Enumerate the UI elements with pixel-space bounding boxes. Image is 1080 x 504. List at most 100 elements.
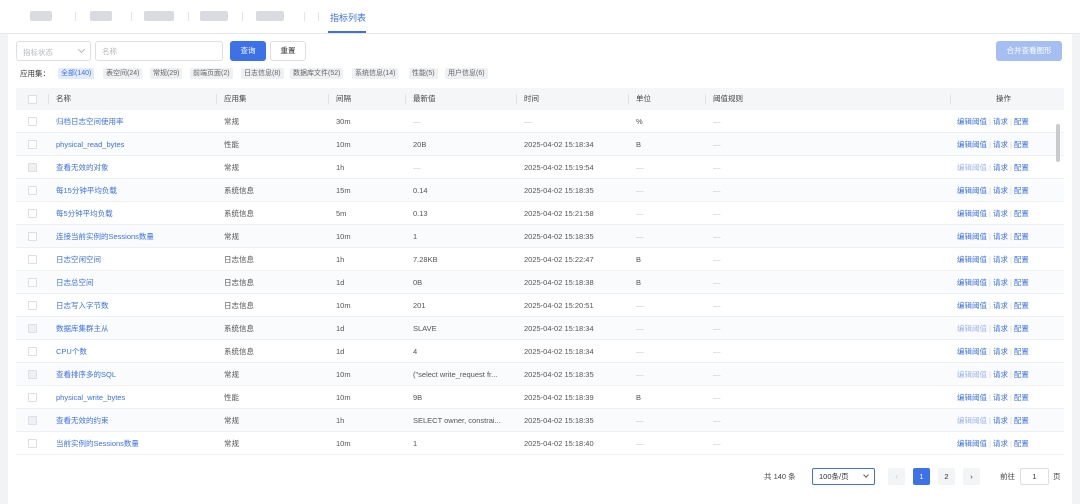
edit-threshold-link[interactable]: 编辑阈值 bbox=[957, 416, 987, 425]
chip-performance[interactable]: 性能(5) bbox=[409, 68, 438, 79]
config-link[interactable]: 配置 bbox=[1014, 347, 1029, 356]
request-link[interactable]: 请求 bbox=[993, 232, 1008, 241]
prev-page-button[interactable]: ‹ bbox=[888, 468, 905, 485]
request-link[interactable]: 请求 bbox=[993, 416, 1008, 425]
request-link[interactable]: 请求 bbox=[993, 347, 1008, 356]
request-link[interactable]: 请求 bbox=[993, 301, 1008, 310]
metric-name-link[interactable]: 查看排序多的SQL bbox=[56, 363, 211, 386]
request-link[interactable]: 请求 bbox=[993, 439, 1008, 448]
row-checkbox[interactable] bbox=[28, 209, 37, 218]
request-link[interactable]: 请求 bbox=[993, 324, 1008, 333]
query-button[interactable]: 查询 bbox=[230, 41, 266, 61]
edit-threshold-link[interactable]: 编辑阈值 bbox=[957, 301, 987, 310]
edit-threshold-link[interactable]: 编辑阈值 bbox=[957, 439, 987, 448]
row-checkbox[interactable] bbox=[28, 255, 37, 264]
edit-threshold-link[interactable]: 编辑阈值 bbox=[957, 370, 987, 379]
request-link[interactable]: 请求 bbox=[993, 186, 1008, 195]
metric-name-link[interactable]: 归档日志空间使用率 bbox=[56, 110, 211, 133]
edit-threshold-link[interactable]: 编辑阈值 bbox=[957, 186, 987, 195]
chip-all[interactable]: 全部(140) bbox=[58, 68, 95, 79]
config-link[interactable]: 配置 bbox=[1014, 416, 1029, 425]
row-checkbox[interactable] bbox=[28, 347, 37, 356]
metric-name-link[interactable]: 数据库集群主从 bbox=[56, 317, 211, 340]
request-link[interactable]: 请求 bbox=[993, 209, 1008, 218]
config-link[interactable]: 配置 bbox=[1014, 209, 1029, 218]
row-checkbox[interactable] bbox=[28, 324, 37, 333]
reset-button[interactable]: 重置 bbox=[270, 41, 306, 61]
request-link[interactable]: 请求 bbox=[993, 393, 1008, 402]
tab-blurred-5[interactable] bbox=[256, 11, 284, 21]
metric-name-link[interactable]: physical_write_bytes bbox=[56, 386, 211, 409]
chip-tablespace[interactable]: 表空间(24) bbox=[103, 68, 143, 79]
next-page-button[interactable]: › bbox=[963, 468, 980, 485]
config-link[interactable]: 配置 bbox=[1014, 301, 1029, 310]
merge-view-chart-button[interactable]: 合并查看图形 bbox=[996, 41, 1062, 61]
metric-name-link[interactable]: physical_read_bytes bbox=[56, 133, 211, 156]
metric-name-link[interactable]: 每5分钟平均负载 bbox=[56, 202, 211, 225]
metric-name-link[interactable]: 查看无效的约束 bbox=[56, 409, 211, 432]
row-checkbox[interactable] bbox=[28, 117, 37, 126]
edit-threshold-link[interactable]: 编辑阈值 bbox=[957, 393, 987, 402]
chip-user-info[interactable]: 用户信息(6) bbox=[445, 68, 488, 79]
edit-threshold-link[interactable]: 编辑阈值 bbox=[957, 347, 987, 356]
row-checkbox[interactable] bbox=[28, 140, 37, 149]
tab-blurred-3[interactable] bbox=[144, 11, 174, 21]
goto-page-input[interactable]: 1 bbox=[1020, 468, 1049, 485]
request-link[interactable]: 请求 bbox=[993, 278, 1008, 287]
config-link[interactable]: 配置 bbox=[1014, 370, 1029, 379]
select-all-checkbox[interactable] bbox=[28, 95, 37, 104]
config-link[interactable]: 配置 bbox=[1014, 324, 1029, 333]
request-link[interactable]: 请求 bbox=[993, 140, 1008, 149]
config-link[interactable]: 配置 bbox=[1014, 439, 1029, 448]
tab-blurred-1[interactable] bbox=[30, 11, 52, 21]
table-scrollbar[interactable] bbox=[1056, 124, 1060, 162]
page-2-button[interactable]: 2 bbox=[938, 468, 955, 485]
config-link[interactable]: 配置 bbox=[1014, 186, 1029, 195]
config-link[interactable]: 配置 bbox=[1014, 117, 1029, 126]
edit-threshold-link[interactable]: 编辑阈值 bbox=[957, 278, 987, 287]
edit-threshold-link[interactable]: 编辑阈值 bbox=[957, 255, 987, 264]
row-checkbox[interactable] bbox=[28, 163, 37, 172]
chip-frontend[interactable]: 前端页面(2) bbox=[190, 68, 233, 79]
row-checkbox[interactable] bbox=[28, 232, 37, 241]
metric-name-link[interactable]: 日志总空间 bbox=[56, 271, 211, 294]
name-search-input[interactable] bbox=[95, 41, 223, 61]
config-link[interactable]: 配置 bbox=[1014, 278, 1029, 287]
row-checkbox[interactable] bbox=[28, 370, 37, 379]
edit-threshold-link[interactable]: 编辑阈值 bbox=[957, 117, 987, 126]
row-checkbox[interactable] bbox=[28, 439, 37, 448]
row-checkbox[interactable] bbox=[28, 416, 37, 425]
config-link[interactable]: 配置 bbox=[1014, 255, 1029, 264]
config-link[interactable]: 配置 bbox=[1014, 163, 1029, 172]
tab-blurred-4[interactable] bbox=[200, 11, 228, 21]
metric-name-link[interactable]: 查看无效的对象 bbox=[56, 156, 211, 179]
edit-threshold-link[interactable]: 编辑阈值 bbox=[957, 163, 987, 172]
request-link[interactable]: 请求 bbox=[993, 255, 1008, 264]
page-size-select[interactable]: 100条/页 bbox=[812, 468, 875, 485]
tab-blurred-2[interactable] bbox=[90, 11, 112, 21]
row-checkbox[interactable] bbox=[28, 301, 37, 310]
metric-name-link[interactable]: 每15分钟平均负载 bbox=[56, 179, 211, 202]
page-1-button[interactable]: 1 bbox=[913, 468, 930, 485]
tab-metric-list[interactable]: 指标列表 bbox=[330, 11, 366, 24]
metric-name-link[interactable]: CPU个数 bbox=[56, 340, 211, 363]
edit-threshold-link[interactable]: 编辑阈值 bbox=[957, 324, 987, 333]
config-link[interactable]: 配置 bbox=[1014, 140, 1029, 149]
row-checkbox[interactable] bbox=[28, 393, 37, 402]
request-link[interactable]: 请求 bbox=[993, 370, 1008, 379]
chip-system-info[interactable]: 系统信息(14) bbox=[352, 68, 399, 79]
edit-threshold-link[interactable]: 编辑阈值 bbox=[957, 140, 987, 149]
row-checkbox[interactable] bbox=[28, 186, 37, 195]
edit-threshold-link[interactable]: 编辑阈值 bbox=[957, 209, 987, 218]
config-link[interactable]: 配置 bbox=[1014, 393, 1029, 402]
chip-log-info[interactable]: 日志信息(8) bbox=[241, 68, 284, 79]
metric-name-link[interactable]: 日志写入字节数 bbox=[56, 294, 211, 317]
chip-general[interactable]: 常规(29) bbox=[150, 68, 183, 79]
metric-name-link[interactable]: 日志空闲空间 bbox=[56, 248, 211, 271]
metric-name-link[interactable]: 连接当前实例的Sessions数量 bbox=[56, 225, 211, 248]
metric-name-link[interactable]: 当前实例的Sessions数量 bbox=[56, 432, 211, 455]
request-link[interactable]: 请求 bbox=[993, 163, 1008, 172]
metric-status-select[interactable]: 指标状态 bbox=[16, 41, 91, 61]
row-checkbox[interactable] bbox=[28, 278, 37, 287]
request-link[interactable]: 请求 bbox=[993, 117, 1008, 126]
